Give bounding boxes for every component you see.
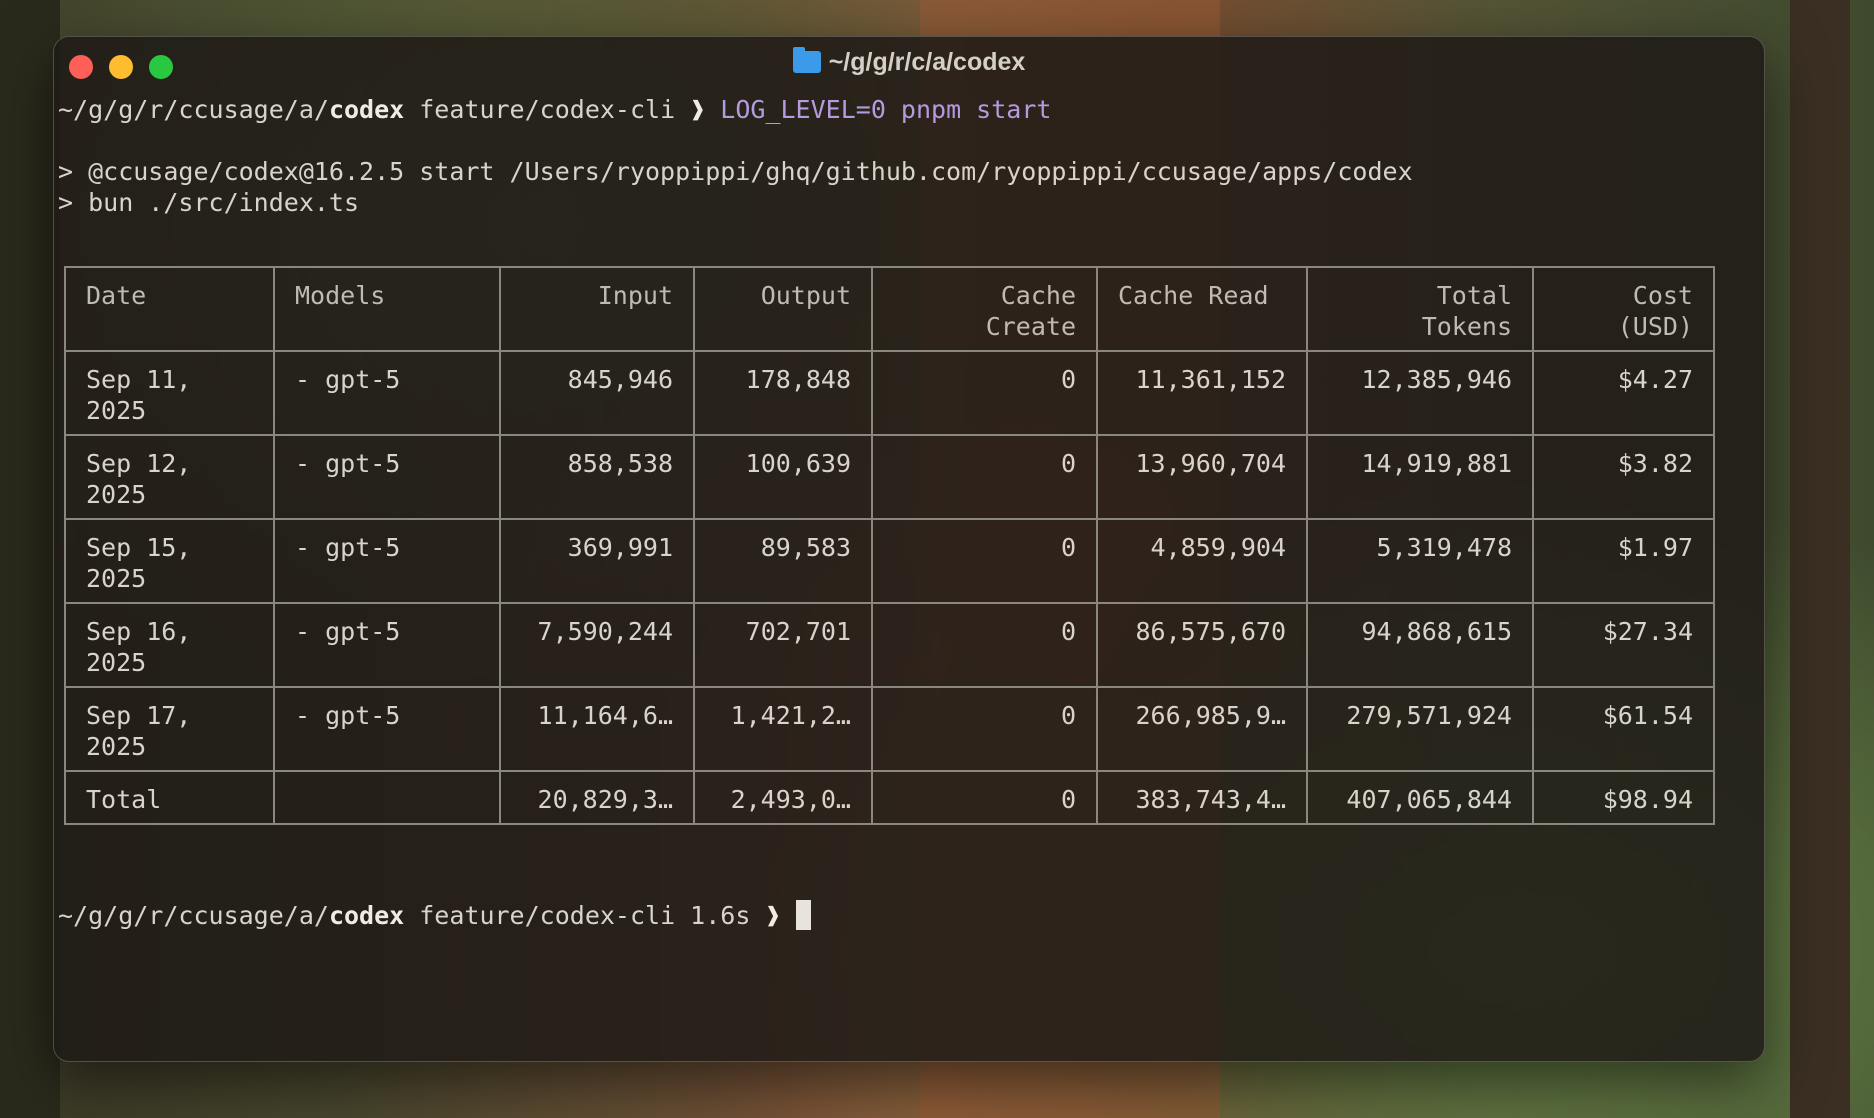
cell-cache-read: 11,361,152: [1096, 350, 1308, 436]
usage-table: Date Models Input Output Cache Create Ca…: [64, 266, 1715, 825]
cell-input: 858,538: [499, 434, 695, 520]
prompt-path: ~/g/g/r/ccusage/a/: [58, 901, 329, 930]
cell-date: Sep 12, 2025: [64, 434, 275, 520]
table-row: Sep 12, 2025 - gpt-5 858,538 100,639 0 1…: [64, 434, 1715, 520]
cell-cost: $4.27: [1532, 350, 1715, 436]
cell-date: Sep 15, 2025: [64, 518, 275, 604]
cell-input: 7,590,244: [499, 602, 695, 688]
header-cache-read: Cache Read: [1096, 266, 1308, 352]
header-output: Output: [693, 266, 873, 352]
output-line-1: > @ccusage/codex@16.2.5 start /Users/ryo…: [58, 157, 1413, 186]
cell-output: 1,421,2…: [693, 686, 873, 772]
cell-output: 702,701: [693, 602, 873, 688]
prompt-path: ~/g/g/r/ccusage/a/: [58, 95, 329, 124]
header-cache-create: Cache Create: [871, 266, 1098, 352]
cell-total-tokens: 12,385,946: [1306, 350, 1534, 436]
table-row: Sep 16, 2025 - gpt-5 7,590,244 702,701 0…: [64, 602, 1715, 688]
cell-total-tokens: 5,319,478: [1306, 518, 1534, 604]
total-input: 20,829,3…: [499, 770, 695, 825]
cell-input: 845,946: [499, 350, 695, 436]
cell-input: 11,164,6…: [499, 686, 695, 772]
cell-date: Sep 17, 2025: [64, 686, 275, 772]
cell-model: - gpt-5: [273, 686, 501, 772]
cell-model: - gpt-5: [273, 434, 501, 520]
cell-input: 369,991: [499, 518, 695, 604]
cell-date: Sep 11, 2025: [64, 350, 275, 436]
text-cursor[interactable]: [795, 900, 811, 930]
cell-cost: $1.97: [1532, 518, 1715, 604]
header-date: Date: [64, 266, 275, 352]
tree-trunk: [0, 0, 60, 1118]
table-header-row: Date Models Input Output Cache Create Ca…: [64, 266, 1715, 352]
cell-cache-read: 4,859,904: [1096, 518, 1308, 604]
cell-cache-read: 86,575,670: [1096, 602, 1308, 688]
cell-date: Sep 16, 2025: [64, 602, 275, 688]
prompt-arrow-icon: ❱: [765, 901, 781, 930]
total-cache-read: 383,743,4…: [1096, 770, 1308, 825]
window-title: ~/g/g/r/c/a/codex: [54, 47, 1764, 77]
cell-output: 178,848: [693, 350, 873, 436]
total-total-tokens: 407,065,844: [1306, 770, 1534, 825]
table-row: Sep 11, 2025 - gpt-5 845,946 178,848 0 1…: [64, 350, 1715, 436]
header-total-tokens: Total Tokens: [1306, 266, 1534, 352]
cell-model: - gpt-5: [273, 350, 501, 436]
title-bar[interactable]: ~/g/g/r/c/a/codex: [54, 37, 1764, 93]
prompt-branch: feature/codex-cli 1.6s: [404, 901, 766, 930]
cell-cost: $3.82: [1532, 434, 1715, 520]
cell-cache-create: 0: [871, 602, 1098, 688]
prompt-line-1: ~/g/g/r/ccusage/a/codex feature/codex-cl…: [58, 95, 1051, 125]
cell-cache-create: 0: [871, 434, 1098, 520]
cell-cost: $61.54: [1532, 686, 1715, 772]
prompt-dir: codex: [328, 95, 405, 124]
total-model: [273, 770, 501, 825]
command-text: LOG_LEVEL=0 pnpm start: [705, 95, 1052, 124]
header-input: Input: [499, 266, 695, 352]
cell-total-tokens: 94,868,615: [1306, 602, 1534, 688]
cell-cache-read: 266,985,9…: [1096, 686, 1308, 772]
cell-cache-create: 0: [871, 518, 1098, 604]
cell-total-tokens: 279,571,924: [1306, 686, 1534, 772]
prompt-dir: codex: [328, 901, 405, 930]
total-label: Total: [64, 770, 275, 825]
cell-total-tokens: 14,919,881: [1306, 434, 1534, 520]
cell-cost: $27.34: [1532, 602, 1715, 688]
cell-model: - gpt-5: [273, 518, 501, 604]
table-row: Sep 15, 2025 - gpt-5 369,991 89,583 0 4,…: [64, 518, 1715, 604]
header-cost: Cost (USD): [1532, 266, 1715, 352]
cell-cache-create: 0: [871, 350, 1098, 436]
window-title-text: ~/g/g/r/c/a/codex: [828, 48, 1026, 76]
terminal-window[interactable]: ~/g/g/r/c/a/codex ~/g/g/r/ccusage/a/code…: [53, 36, 1765, 1062]
prompt-branch: feature/codex-cli: [404, 95, 691, 124]
table-total-row: Total 20,829,3… 2,493,0… 0 383,743,4… 40…: [64, 770, 1715, 825]
folder-icon: [792, 47, 821, 73]
prompt-line-2[interactable]: ~/g/g/r/ccusage/a/codex feature/codex-cl…: [58, 900, 811, 931]
header-models: Models: [273, 266, 501, 352]
total-cost: $98.94: [1532, 770, 1715, 825]
output-line-2: > bun ./src/index.ts: [58, 188, 360, 217]
table-row: Sep 17, 2025 - gpt-5 11,164,6… 1,421,2… …: [64, 686, 1715, 772]
cell-output: 100,639: [693, 434, 873, 520]
cell-model: - gpt-5: [273, 602, 501, 688]
cell-output: 89,583: [693, 518, 873, 604]
cell-cache-create: 0: [871, 686, 1098, 772]
total-output: 2,493,0…: [693, 770, 873, 825]
prompt-arrow-icon: ❱: [690, 95, 706, 124]
tree-trunk: [1790, 0, 1850, 1118]
cell-cache-read: 13,960,704: [1096, 434, 1308, 520]
total-cache-create: 0: [871, 770, 1098, 825]
